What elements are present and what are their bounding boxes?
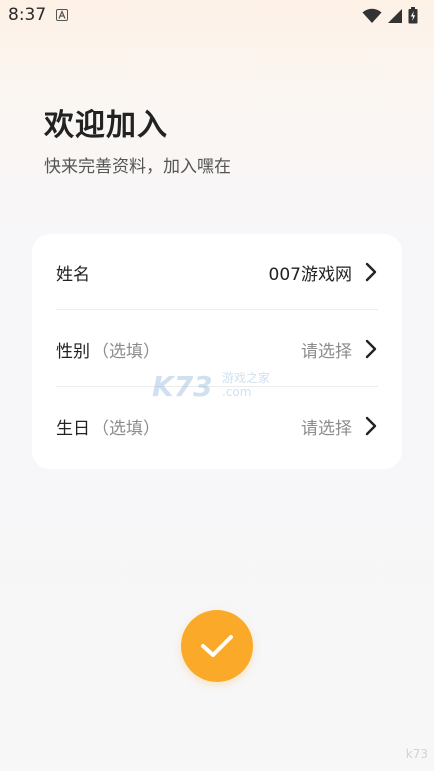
birthday-value: 请选择 [301, 418, 352, 439]
watermark-logo-icon: K73 游戏之家 .com [152, 370, 270, 403]
corner-watermark: k73 [405, 747, 428, 761]
birthday-label: 生日 [56, 418, 90, 439]
divider [56, 309, 378, 310]
watermark-brand: K73 [152, 370, 213, 403]
status-time: 8:37 [8, 5, 47, 25]
watermark-line1: 游戏之家 [222, 370, 270, 385]
confirm-button[interactable] [181, 610, 253, 682]
status-icons [362, 7, 418, 24]
cellular-signal-icon [388, 8, 402, 23]
name-label: 姓名 [56, 264, 90, 285]
gender-label: 性别 [56, 341, 90, 362]
gender-value: 请选择 [301, 341, 352, 362]
chevron-right-icon [365, 339, 377, 359]
gender-optional-hint: （选填） [92, 341, 160, 362]
watermark-logo: K73 游戏之家 .com [150, 366, 290, 410]
battery-charging-icon [408, 7, 418, 24]
watermark-line2: .com [222, 385, 251, 399]
name-row[interactable]: 姓名 007游戏网 [56, 234, 378, 310]
checkmark-icon [201, 635, 233, 657]
status-bar: 8:37 [0, 0, 434, 30]
a-notification-icon [56, 9, 68, 21]
birthday-optional-hint: （选填） [92, 418, 160, 439]
wifi-icon [362, 8, 382, 23]
chevron-right-icon [365, 416, 377, 436]
name-value: 007游戏网 [268, 264, 352, 285]
page-title: 欢迎加入 [44, 108, 168, 143]
chevron-right-icon [365, 262, 377, 282]
profile-form-card: 姓名 007游戏网 性别 （选填） 请选择 生日 （选填） 请选择 [32, 234, 402, 469]
page-subtitle: 快来完善资料，加入嘿在 [44, 157, 231, 177]
